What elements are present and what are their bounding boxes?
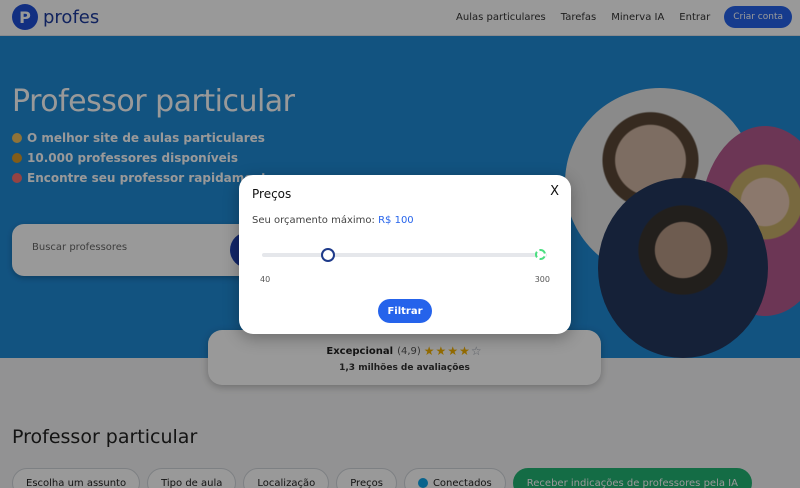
slider-max-label: 300 [534,275,550,284]
filter-button[interactable]: Filtrar [378,299,432,323]
slider-min-label: 40 [260,275,271,284]
price-filter-modal: Preços X Seu orçamento máximo: R$ 100 40… [239,175,571,334]
price-slider-track[interactable] [262,253,547,257]
budget-value: R$ 100 [378,215,414,226]
budget-line: Seu orçamento máximo: R$ 100 [252,215,414,226]
modal-title: Preços [252,187,292,201]
price-slider-max-handle[interactable] [535,249,546,260]
price-slider-handle[interactable] [320,248,335,262]
close-icon[interactable]: X [550,184,559,199]
budget-label: Seu orçamento máximo: [252,215,375,226]
